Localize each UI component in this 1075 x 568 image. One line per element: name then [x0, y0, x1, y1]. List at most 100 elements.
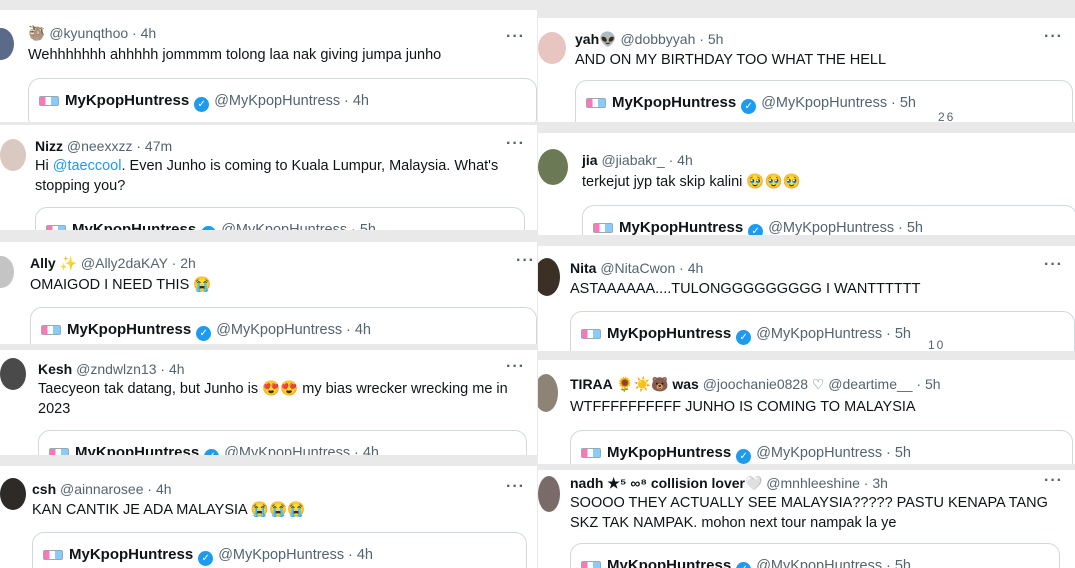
tweet-card[interactable]: Nizz @neexxzz · 47m ··· Hi @taeccool. Ev…	[0, 125, 537, 230]
display-name[interactable]: nadh ★⁵ ∞⁸ collision lover🤍	[570, 475, 762, 491]
quote-handle: @MyKpopHuntress	[768, 220, 895, 235]
user-handle[interactable]: @jiabakr_	[601, 152, 664, 168]
timestamp[interactable]: · 47m	[136, 138, 172, 154]
quoted-tweet[interactable]: MyKpopHuntress ✓ @MyKpopHuntress · 5h	[582, 205, 1075, 235]
quoted-tweet[interactable]: MyKpopHuntress ✓ @MyKpopHuntress · 5h	[35, 207, 525, 230]
avatar[interactable]	[0, 28, 14, 60]
tweet-card[interactable]: nadh ★⁵ ∞⁸ collision lover🤍 @mnhleeshine…	[538, 470, 1075, 568]
quote-avatar-icon	[593, 223, 613, 234]
user-handle[interactable]: @neexxzz	[67, 138, 133, 154]
quote-display-name: MyKpopHuntress	[612, 94, 737, 111]
quote-display-name: MyKpopHuntress	[67, 321, 192, 338]
display-name[interactable]: Ally ✨	[30, 255, 77, 271]
avatar[interactable]	[0, 256, 14, 288]
avatar[interactable]	[538, 374, 558, 412]
display-name[interactable]: yah👽	[575, 31, 617, 47]
avatar[interactable]	[538, 476, 560, 512]
tweet-text: AND ON MY BIRTHDAY TOO WHAT THE HELL	[575, 52, 887, 68]
tweet-card[interactable]: csh @ainnarosee · 4h ··· KAN CANTIK JE A…	[0, 466, 537, 568]
timestamp[interactable]: · 4h	[160, 361, 184, 377]
tweet-card[interactable]: Ally ✨ @Ally2daKAY · 2h ··· OMAIGOD I NE…	[0, 242, 537, 344]
quote-time: · 5h	[891, 95, 917, 111]
quote-time: · 4h	[354, 445, 380, 455]
tweet-header: nadh ★⁵ ∞⁸ collision lover🤍 @mnhleeshine…	[570, 474, 888, 492]
more-options-icon[interactable]: ···	[506, 478, 525, 496]
tweet-card[interactable]: TIRAA 🌻☀️🐻 was @joochanie0828 ♡ @deartim…	[538, 360, 1075, 464]
display-name[interactable]: TIRAA 🌻☀️🐻 was	[570, 376, 699, 392]
quote-display-name: MyKpopHuntress	[607, 557, 732, 568]
quote-handle: @MyKpopHuntress	[218, 547, 345, 563]
more-options-icon[interactable]: ···	[506, 28, 525, 46]
more-options-icon[interactable]: ···	[506, 358, 525, 376]
timestamp[interactable]: · 4h	[669, 152, 693, 168]
quote-handle: @MyKpopHuntress	[221, 222, 348, 230]
timestamp[interactable]: · 4h	[132, 25, 156, 41]
user-handle[interactable]: @zndwlzn13	[76, 361, 156, 377]
more-options-icon[interactable]: ···	[1044, 256, 1063, 274]
avatar[interactable]	[0, 478, 26, 510]
user-handle[interactable]: @joochanie0828 ♡ @deartime__	[703, 376, 913, 392]
more-options-icon[interactable]: ···	[516, 252, 535, 270]
quote-display-name: MyKpopHuntress	[65, 92, 190, 109]
quote-handle: @MyKpopHuntress	[224, 445, 351, 455]
right-column: yah👽 @dobbyyah · 5h ··· AND ON MY BIRTHD…	[538, 0, 1075, 568]
quoted-tweet[interactable]: MyKpopHuntress ✓ @MyKpopHuntress · 4h	[28, 78, 537, 122]
tweet-card[interactable]: yah👽 @dobbyyah · 5h ··· AND ON MY BIRTHD…	[538, 18, 1075, 122]
avatar[interactable]	[538, 149, 568, 185]
user-handle[interactable]: @ainnarosee	[60, 481, 144, 497]
timestamp[interactable]: · 5h	[699, 31, 723, 47]
avatar[interactable]	[538, 32, 566, 64]
timestamp[interactable]: · 3h	[864, 475, 888, 491]
display-name[interactable]: Nita	[570, 260, 596, 276]
avatar[interactable]	[538, 258, 560, 296]
quoted-tweet[interactable]: MyKpopHuntress ✓ @MyKpopHuntress · 5h	[570, 543, 1060, 568]
tweet-header: TIRAA 🌻☀️🐻 was @joochanie0828 ♡ @deartim…	[570, 375, 941, 393]
display-name[interactable]: jia	[582, 152, 598, 168]
display-name[interactable]: Kesh	[38, 361, 72, 377]
timestamp[interactable]: · 5h	[916, 376, 940, 392]
verified-badge-icon: ✓	[736, 449, 752, 464]
quote-time: · 5h	[351, 222, 377, 230]
quoted-tweet[interactable]: MyKpopHuntress ✓ @MyKpopHuntress · 5h	[570, 430, 1073, 464]
user-handle[interactable]: @dobbyyah	[620, 31, 695, 47]
avatar[interactable]	[0, 139, 26, 171]
tweet-text: Wehhhhhhh ahhhhh jommmm tolong laa nak g…	[28, 47, 442, 63]
verified-badge-icon: ✓	[204, 449, 220, 455]
display-name[interactable]: Nizz	[35, 138, 63, 154]
timestamp[interactable]: · 4h	[147, 481, 171, 497]
tweet-header: Ally ✨ @Ally2daKAY · 2h	[30, 254, 196, 272]
quote-handle: @MyKpopHuntress	[214, 93, 341, 109]
timestamp[interactable]: · 4h	[679, 260, 703, 276]
quote-avatar-icon	[41, 325, 61, 336]
quoted-tweet[interactable]: MyKpopHuntress ✓ @MyKpopHuntress · 4h	[30, 307, 537, 344]
display-name[interactable]: 🦥	[28, 25, 45, 41]
more-options-icon[interactable]: ···	[1044, 472, 1063, 490]
avatar[interactable]	[0, 358, 26, 390]
quoted-tweet[interactable]: MyKpopHuntress ✓ @MyKpopHuntress · 5h	[570, 311, 1075, 351]
verified-badge-icon: ✓	[741, 99, 757, 114]
display-name[interactable]: csh	[32, 481, 56, 497]
user-handle[interactable]: @mnhleeshine	[766, 475, 860, 491]
quoted-tweet[interactable]: MyKpopHuntress ✓ @MyKpopHuntress · 4h	[32, 532, 527, 568]
timestamp[interactable]: · 2h	[172, 255, 196, 271]
quote-time: · 4h	[344, 93, 370, 109]
quoted-tweet[interactable]: MyKpopHuntress ✓ @MyKpopHuntress · 5h	[575, 80, 1073, 122]
quote-time: · 5h	[898, 220, 924, 235]
tweet-card[interactable]: Nita @NitaCwon · 4h ··· ASTAAAAAA....TUL…	[538, 246, 1075, 351]
quote-display-name: MyKpopHuntress	[75, 444, 200, 455]
quote-avatar-icon	[46, 225, 66, 230]
quote-time: · 5h	[886, 558, 912, 568]
tweet-card[interactable]: jia @jiabakr_ · 4h terkejut jyp tak skip…	[538, 133, 1075, 235]
more-options-icon[interactable]: ···	[1044, 28, 1063, 46]
user-handle[interactable]: @kyunqthoo	[49, 25, 128, 41]
mention-link[interactable]: @taeccool	[53, 158, 122, 174]
tweet-header: Kesh @zndwlzn13 · 4h	[38, 360, 185, 378]
quote-time: · 5h	[886, 445, 912, 461]
user-handle[interactable]: @NitaCwon	[600, 260, 675, 276]
quoted-tweet[interactable]: MyKpopHuntress ✓ @MyKpopHuntress · 4h	[38, 430, 527, 455]
tweet-card[interactable]: 🦥 @kyunqthoo · 4h ··· Wehhhhhhh ahhhhh j…	[0, 10, 537, 122]
tweet-card[interactable]: Kesh @zndwlzn13 · 4h ··· Taecyeon tak da…	[0, 350, 537, 455]
tweet-header: csh @ainnarosee · 4h	[32, 480, 172, 498]
more-options-icon[interactable]: ···	[506, 135, 525, 153]
user-handle[interactable]: @Ally2daKAY	[81, 255, 168, 271]
